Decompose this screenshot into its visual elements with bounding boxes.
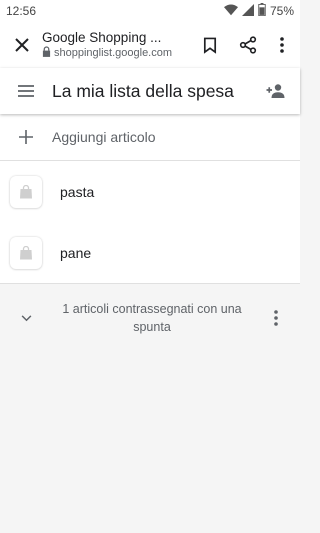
page-url: shoppinglist.google.com	[54, 47, 173, 59]
browser-toolbar: Google Shopping ... shoppinglist.google.…	[0, 22, 300, 68]
status-icons: 75%	[223, 3, 294, 19]
status-time: 12:56	[6, 4, 37, 18]
item-name: pasta	[60, 183, 95, 200]
add-item-label: Aggiungi articolo	[52, 129, 156, 145]
battery-level: 75%	[269, 4, 294, 18]
wifi-icon	[223, 3, 238, 19]
browser-title-area[interactable]: Google Shopping ... shoppinglist.google.…	[42, 30, 196, 60]
more-options-icon[interactable]	[252, 310, 300, 326]
hamburger-menu-icon[interactable]	[0, 85, 52, 97]
bookmark-icon[interactable]	[196, 31, 224, 59]
signal-icon	[241, 3, 254, 19]
list-title: La mia lista della spesa	[52, 80, 234, 101]
item-name: pane	[60, 244, 92, 261]
shopping-bag-icon	[10, 175, 42, 208]
chevron-down-icon[interactable]	[0, 314, 52, 322]
shopping-bag-icon	[10, 236, 42, 269]
status-bar: 12:56 75%	[0, 0, 300, 22]
lock-icon	[42, 46, 51, 60]
share-icon[interactable]	[234, 31, 262, 59]
add-item-row[interactable]: Aggiungi articolo	[0, 114, 300, 161]
overflow-menu-icon[interactable]	[268, 31, 296, 59]
shopping-list: pasta pane	[0, 161, 300, 283]
checked-items-section: 1 articoli contrassegnati con una spunta	[0, 283, 300, 352]
list-item[interactable]: pane	[0, 222, 300, 283]
add-collaborator-icon[interactable]	[252, 84, 300, 98]
app-bar: La mia lista della spesa	[0, 68, 300, 114]
battery-icon	[258, 3, 266, 19]
checked-items-count: 1 articoli contrassegnati con una spunta	[62, 302, 242, 334]
page-title: Google Shopping ...	[42, 30, 162, 45]
list-item[interactable]: pasta	[0, 161, 300, 222]
close-icon[interactable]	[8, 31, 36, 59]
plus-icon	[0, 130, 52, 144]
